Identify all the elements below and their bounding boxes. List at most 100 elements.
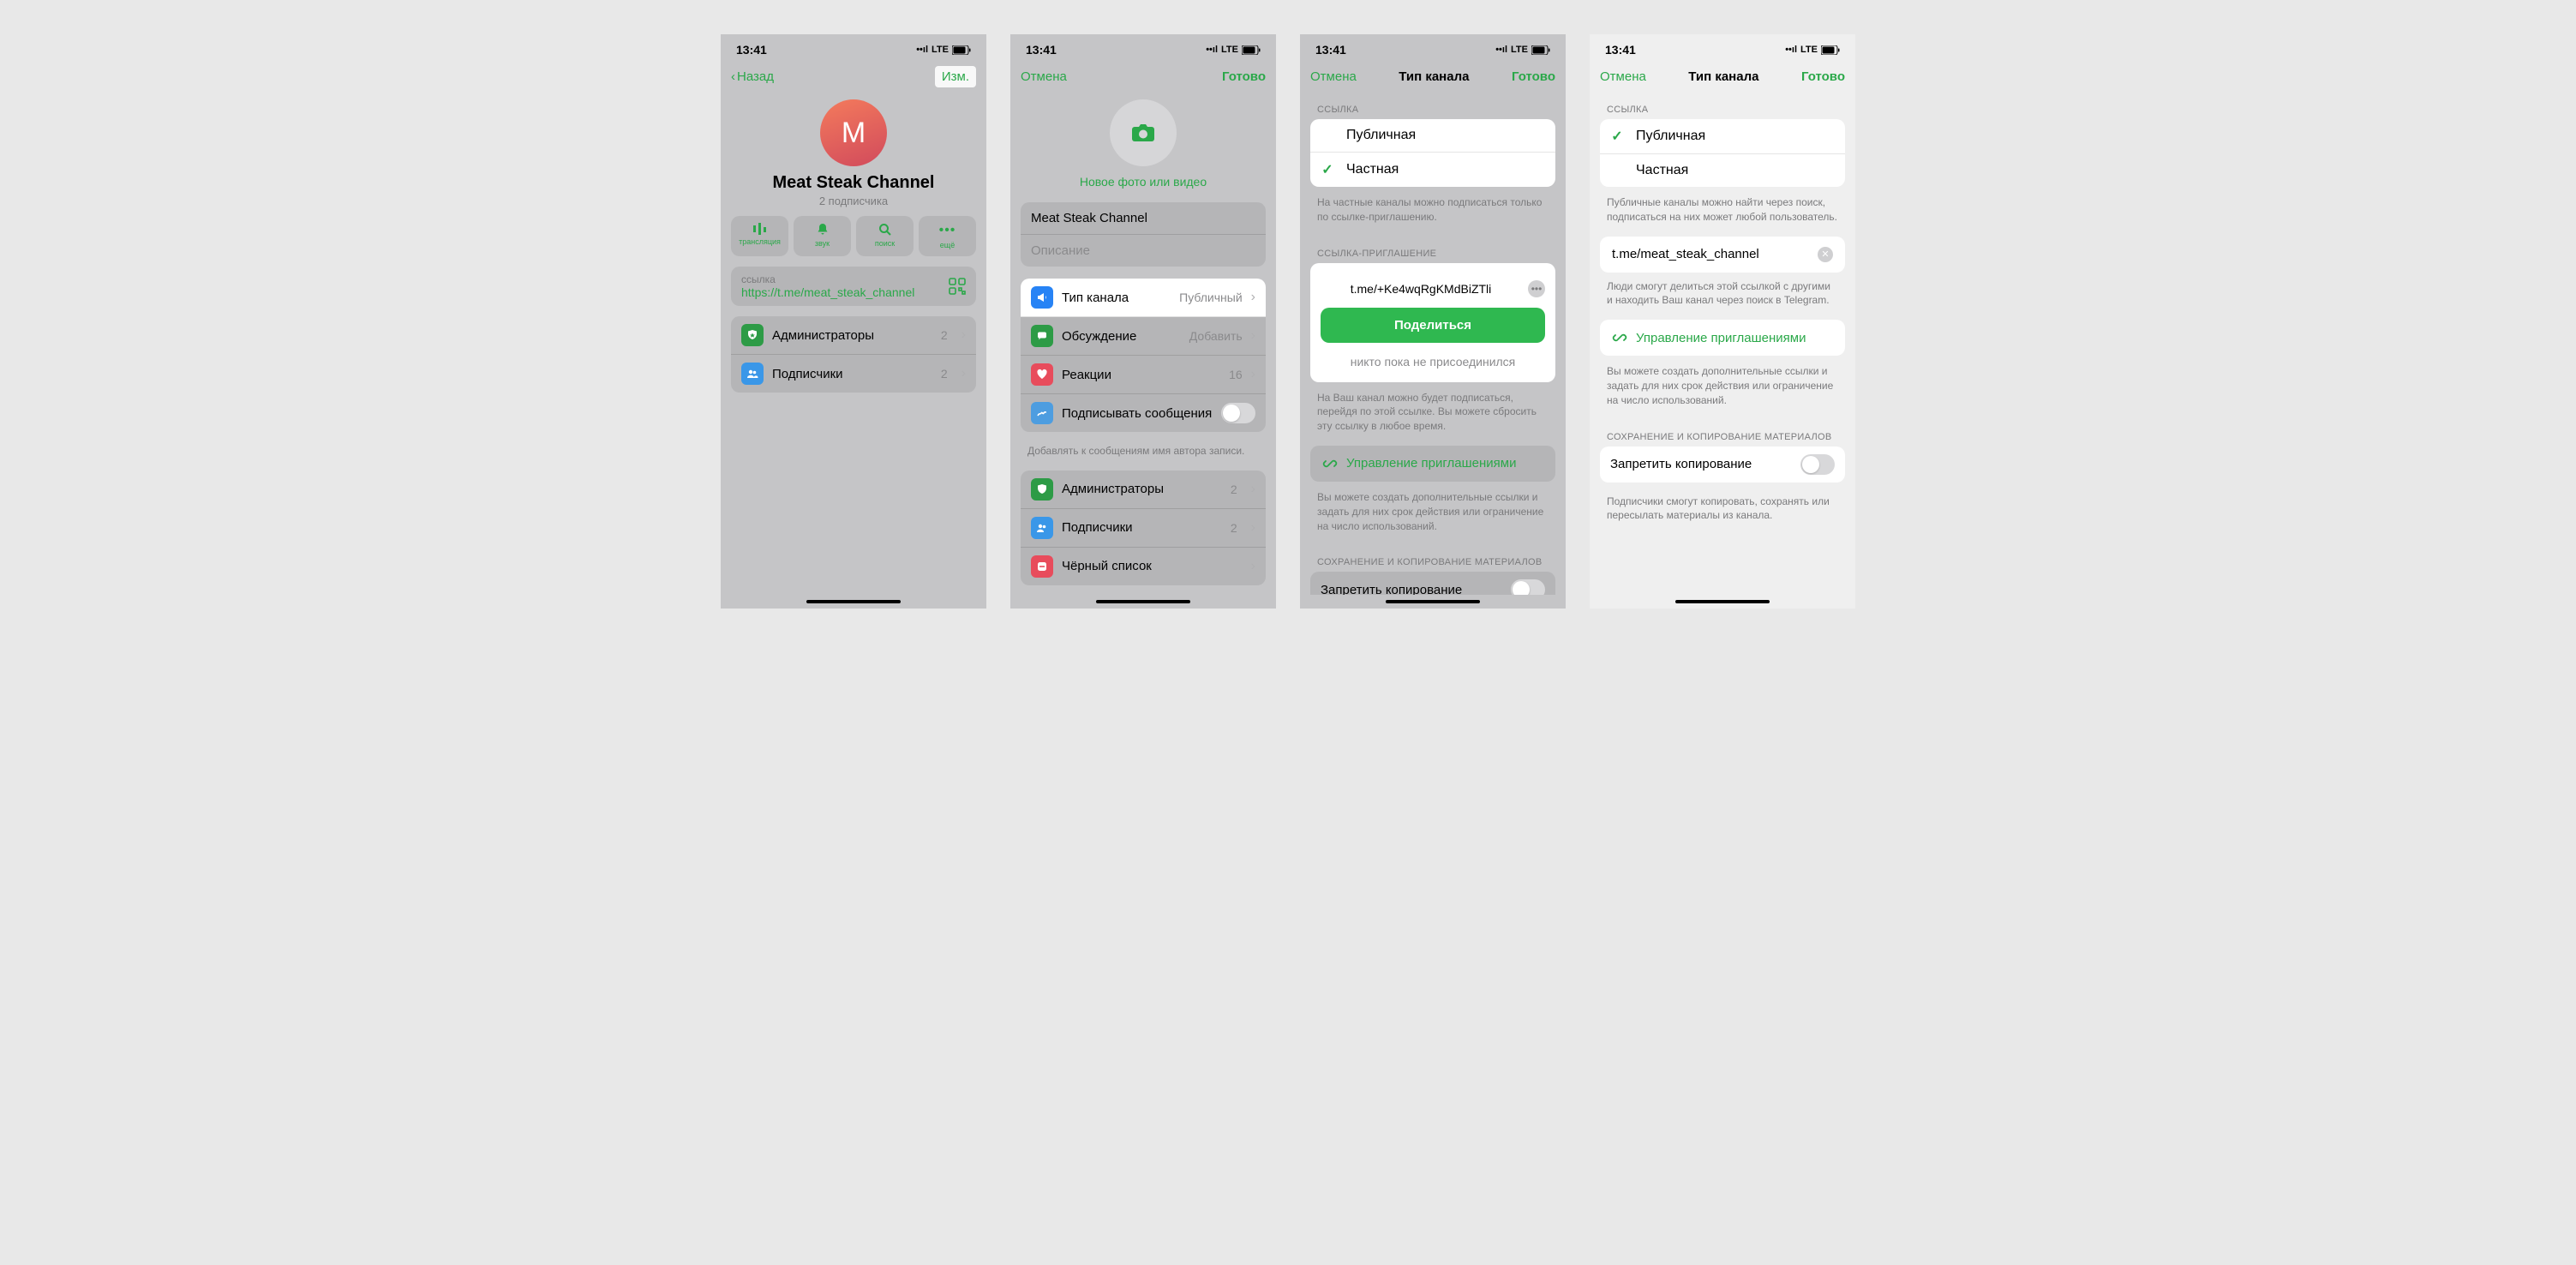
chat-icon [1031, 325, 1053, 347]
broadcast-icon [752, 223, 768, 235]
photo-picker[interactable] [1110, 99, 1177, 166]
search-icon [878, 223, 892, 237]
ban-icon [1031, 555, 1053, 578]
status-time: 13:41 [1315, 43, 1346, 57]
signature-icon [1031, 402, 1053, 424]
link-url: https://t.me/meat_steak_channel [741, 285, 949, 299]
private-option[interactable]: ✓ Частная [1310, 153, 1555, 187]
cancel-button[interactable]: Отмена [1600, 69, 1646, 84]
sign-toggle[interactable] [1221, 403, 1255, 423]
save-header: СОХРАНЕНИЕ И КОПИРОВАНИЕ МАТЕРИАЛОВ [1300, 545, 1566, 572]
nav-bar: Отмена Тип канала Готово [1590, 60, 1855, 93]
channel-name: Meat Steak Channel [721, 173, 986, 193]
link-header: ССЫЛКА [1300, 93, 1566, 119]
channel-type-cell[interactable]: Тип канала Публичный › [1021, 279, 1266, 317]
carrier: LTE [1800, 45, 1818, 55]
public-option[interactable]: ✓ Публичная [1600, 119, 1845, 154]
manage-footer: Вы можете создать дополнительные ссылки … [1590, 364, 1855, 419]
forbid-copy-cell[interactable]: Запретить копирование [1310, 572, 1555, 595]
url-input[interactable]: t.me/meat_steak_channel ✕ [1600, 237, 1845, 273]
channel-link-card[interactable]: ссылка https://t.me/meat_steak_channel [731, 267, 976, 306]
qr-icon[interactable] [949, 278, 966, 295]
people-icon [1031, 517, 1053, 539]
signal-icon: ••ıl [1206, 45, 1218, 55]
name-desc-group: Meat Steak Channel Описание [1021, 202, 1266, 267]
link-type-group: Публичная ✓ Частная [1310, 119, 1555, 187]
status-bar: 13:41 ••ıl LTE [721, 34, 986, 60]
bell-icon [816, 223, 830, 237]
invite-card: t.me/+Ke4wqRgKMdBiZTli ••• Поделиться ни… [1310, 263, 1555, 382]
chevron-right-icon: › [1251, 482, 1255, 497]
edit-button[interactable]: Изм. [935, 66, 976, 87]
name-input[interactable]: Meat Steak Channel [1021, 202, 1266, 235]
save-header: СОХРАНЕНИЕ И КОПИРОВАНИЕ МАТЕРИАЛОВ [1590, 420, 1855, 447]
sign-messages-cell[interactable]: Подписывать сообщения [1021, 394, 1266, 432]
forbid-footer: Подписчики смогут копировать, сохранять … [1590, 495, 1855, 536]
done-button[interactable]: Готово [1512, 69, 1555, 84]
more-icon[interactable]: ••• [1528, 280, 1545, 297]
action-row: трансляция звук поиск ••• ещё [721, 216, 986, 256]
chevron-right-icon: › [1251, 520, 1255, 536]
forbid-toggle[interactable] [1800, 454, 1835, 475]
private-option[interactable]: Частная [1600, 154, 1845, 187]
channel-avatar[interactable]: M [820, 99, 887, 166]
discussion-cell[interactable]: Обсуждение Добавить › [1021, 317, 1266, 356]
home-indicator [1386, 600, 1480, 603]
battery-icon [1821, 45, 1840, 55]
done-button[interactable]: Готово [1222, 69, 1266, 84]
clear-icon[interactable]: ✕ [1818, 247, 1833, 262]
forbid-toggle[interactable] [1511, 579, 1545, 595]
screen-channel-type-private: 13:41 ••ıl LTE Отмена Тип канала Готово … [1300, 34, 1566, 609]
link-header: ССЫЛКА [1590, 93, 1855, 119]
status-right: ••ıl LTE [1495, 45, 1550, 55]
reactions-cell[interactable]: Реакции 16 › [1021, 356, 1266, 394]
chevron-right-icon: › [1251, 328, 1255, 344]
nav-bar: Отмена Готово [1010, 60, 1276, 93]
sign-footer: Добавлять к сообщениям имя автора записи… [1010, 444, 1276, 471]
done-button[interactable]: Готово [1801, 69, 1845, 84]
admins-cell[interactable]: Администраторы 2 › [1021, 471, 1266, 509]
url-value: t.me/meat_steak_channel [1612, 247, 1759, 261]
public-footer: Публичные каналы можно найти через поиск… [1590, 195, 1855, 237]
invite-link-row[interactable]: t.me/+Ke4wqRgKMdBiZTli ••• [1321, 273, 1545, 308]
new-photo-link[interactable]: Новое фото или видео [1010, 175, 1276, 189]
share-button[interactable]: Поделиться [1321, 308, 1545, 343]
manage-footer: Вы можете создать дополнительные ссылки … [1300, 490, 1566, 545]
carrier: LTE [932, 45, 949, 55]
cancel-button[interactable]: Отмена [1310, 69, 1357, 84]
status-bar: 13:41 ••ıl LTE [1010, 34, 1276, 60]
signal-icon: ••ıl [916, 45, 928, 55]
signal-icon: ••ıl [1785, 45, 1797, 55]
status-right: ••ıl LTE [1206, 45, 1261, 55]
description-input[interactable]: Описание [1021, 235, 1266, 267]
chevron-right-icon: › [962, 366, 966, 381]
search-button[interactable]: поиск [856, 216, 914, 256]
members-group: Администраторы 2 › Подписчики 2 › [731, 316, 976, 393]
private-footer: На частные каналы можно подписаться толь… [1300, 195, 1566, 237]
cancel-button[interactable]: Отмена [1021, 69, 1067, 84]
blacklist-cell[interactable]: Чёрный список › [1021, 548, 1266, 585]
public-option[interactable]: Публичная [1310, 119, 1555, 153]
status-time: 13:41 [736, 43, 767, 57]
chevron-left-icon: ‹ [731, 69, 735, 84]
sound-button[interactable]: звук [794, 216, 851, 256]
settings-group-1: Тип канала Публичный › Обсуждение Добави… [1021, 279, 1266, 432]
admins-cell[interactable]: Администраторы 2 › [731, 316, 976, 355]
manage-invites-button[interactable]: Управление приглашениями [1310, 446, 1555, 482]
screen-edit-channel: 13:41 ••ıl LTE Отмена Готово Новое фото … [1010, 34, 1276, 609]
status-time: 13:41 [1026, 43, 1057, 57]
nav-bar: Отмена Тип канала Готово [1300, 60, 1566, 93]
subscribers-cell[interactable]: Подписчики 2 › [1021, 509, 1266, 548]
subscribers-cell[interactable]: Подписчики 2 › [731, 355, 976, 393]
forbid-copy-cell[interactable]: Запретить копирование [1600, 447, 1845, 483]
forbid-group: Запретить копирование [1600, 447, 1845, 483]
broadcast-button[interactable]: трансляция [731, 216, 788, 256]
back-button[interactable]: ‹ Назад [731, 69, 774, 84]
status-time: 13:41 [1605, 43, 1636, 57]
link-icon [1322, 456, 1338, 471]
chevron-right-icon: › [962, 327, 966, 343]
manage-invites-button[interactable]: Управление приглашениями [1600, 320, 1845, 356]
nav-title: Тип канала [1688, 69, 1758, 84]
more-button[interactable]: ••• ещё [919, 216, 976, 256]
members-group: Администраторы 2 › Подписчики 2 › Чёрный… [1021, 471, 1266, 585]
